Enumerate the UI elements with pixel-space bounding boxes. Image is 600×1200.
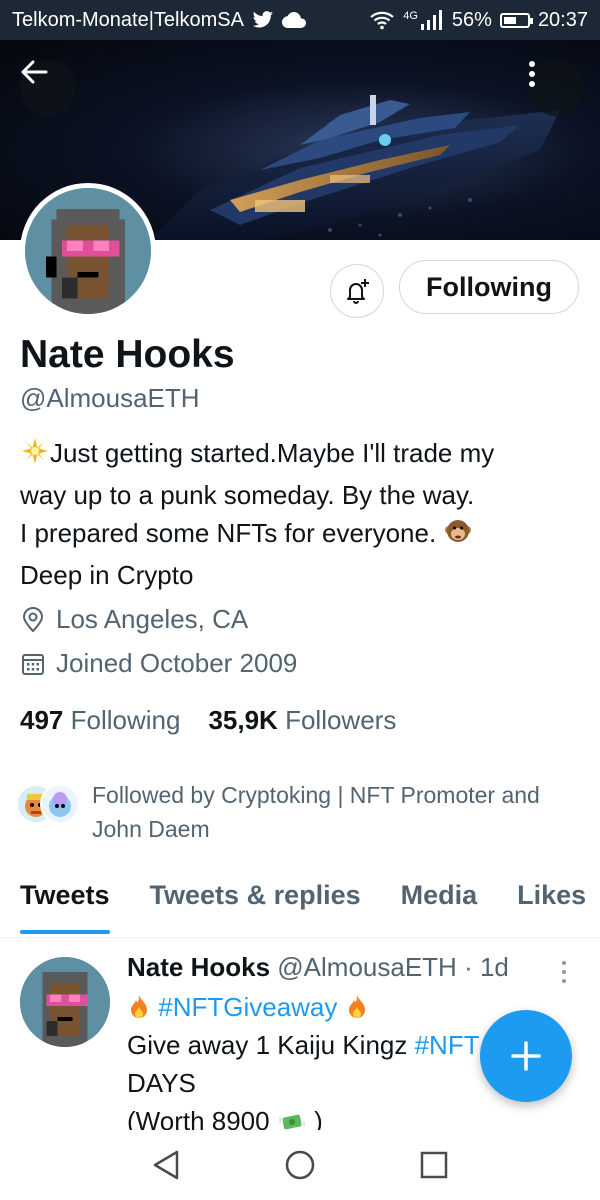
profile-bio: Just getting started.Maybe I'll trade my… [20,434,585,594]
calendar-icon [22,653,44,675]
signal-icon: 4G [403,10,444,30]
tab-media[interactable]: Media [381,860,498,937]
carrier-label: Telkom-Monate|TelkomSA [12,8,244,31]
system-navigation-bar [0,1130,600,1200]
arrow-left-icon [21,60,48,84]
profile-avatar[interactable] [20,183,156,319]
back-button[interactable] [20,60,76,116]
bio-line-1: Just getting started.Maybe I'll trade my [50,438,495,468]
tweet-more-button[interactable] [560,960,568,989]
followers-you-know-avatars [16,778,82,830]
bio-line-4: Deep in Crypto [20,560,194,590]
tab-tweets-replies[interactable]: Tweets & replies [130,860,381,937]
followers-count: 35,9K [208,705,278,735]
following-count-link[interactable]: 497 Following [20,705,180,736]
tweet-author-avatar[interactable] [20,957,110,1047]
tweet-line-4-end: ) [314,1106,323,1130]
compose-tweet-button[interactable] [480,1010,572,1102]
fire-emoji-icon [127,992,151,1022]
tweet-line-2: Give away 1 Kaiju Kingz [127,1030,415,1060]
followers-count-link[interactable]: 35,9K Followers [208,705,396,736]
bell-plus-icon [347,279,369,304]
profile-tabs: Tweets Tweets & replies Media Likes [0,860,600,938]
following-button[interactable]: Following [399,260,579,314]
following-label: Following [70,705,181,735]
vertical-dots-icon [529,61,535,87]
profile-stats: 497 Following 35,9K Followers [20,705,396,736]
pixel-punk-avatar-image [25,188,151,314]
wifi-icon [369,10,395,30]
location-text: Los Angeles, CA [56,604,249,634]
twitter-bird-icon [252,11,274,29]
followed-by-line-1: Followed by Cryptoking | NFT Promoter an… [92,782,540,808]
battery-fill [503,16,517,24]
follower-avatar [40,784,80,824]
tweet-hashtag-nftgiveaway[interactable]: #NFTGiveaway [158,992,337,1022]
tweet-line-4: (Worth 8900 [127,1106,270,1130]
notifications-bell-button[interactable] [330,264,384,318]
tweet-timestamp: · 1d [464,952,509,982]
profile-location: Los Angeles, CA [20,604,248,635]
recents-square-icon[interactable] [419,1150,449,1180]
more-options-button[interactable] [528,60,584,116]
home-circle-icon[interactable] [283,1148,317,1182]
tweet-author-name[interactable]: Nate Hooks [127,952,270,982]
cloud-icon [281,12,306,28]
plus-icon [511,1041,541,1071]
tweet-hashtag-nft[interactable]: #NFT [415,1030,480,1060]
tweet-header: Nate Hooks @AlmousaETH · 1d [127,952,509,983]
monkey-emoji-icon [443,516,473,556]
status-bar: Telkom-Monate|TelkomSA 4G 56% 20:37 [0,0,600,40]
vertical-dots-icon [562,961,566,983]
bio-line-2: way up to a punk someday. By the way. [20,480,475,510]
following-count: 497 [20,705,64,735]
fire-emoji-icon [345,992,369,1022]
tweet-author-handle: @AlmousaETH [277,952,457,982]
bio-line-3: I prepared some NFTs for everyone. [20,518,437,548]
profile-name: Nate Hooks [20,333,235,376]
battery-percent: 56% [451,8,492,31]
profile-handle: @AlmousaETH [20,383,200,413]
profile-joined-date: Joined October 2009 [20,648,297,679]
followed-by-line-2: John Daem [92,816,210,842]
network-type-label: 4G [403,10,418,22]
pixel-punk-avatar-image [20,957,110,1047]
money-with-wings-emoji-icon [277,1106,307,1130]
tab-likes[interactable]: Likes [497,860,600,937]
tab-tweets[interactable]: Tweets [0,860,130,937]
clock: 20:37 [537,8,588,31]
back-triangle-icon[interactable] [151,1149,181,1181]
battery-icon [499,12,533,28]
joined-text: Joined October 2009 [56,648,298,678]
location-pin-icon [22,606,44,632]
sparkle-emoji-icon [20,436,50,476]
followers-label: Followers [285,705,397,735]
followed-by-section[interactable]: Followed by Cryptoking | NFT Promoter an… [16,778,592,846]
